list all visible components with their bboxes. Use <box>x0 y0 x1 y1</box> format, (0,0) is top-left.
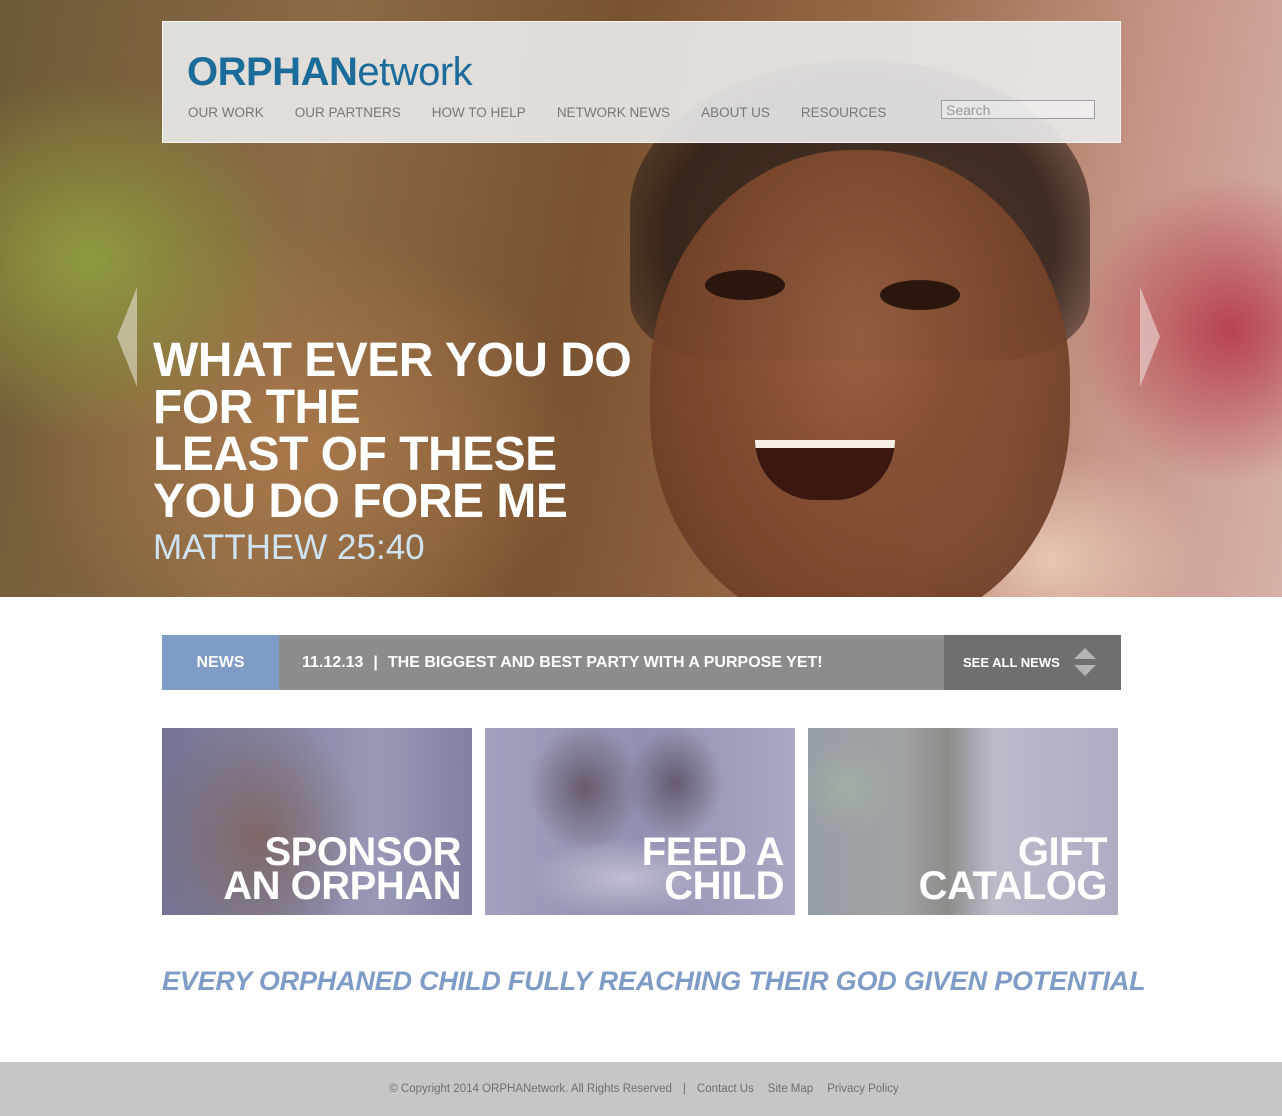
logo-light-text: etwork <box>357 50 473 94</box>
tile-gift-catalog[interactable]: GIFT CATALOG <box>808 728 1118 915</box>
footer-separator: | <box>682 1083 686 1095</box>
news-headline-link[interactable]: 11.12.13 | THE BIGGEST AND BEST PARTY WI… <box>279 635 944 690</box>
nav-how-to-help[interactable]: HOW TO HELP <box>432 105 526 120</box>
tile-label-line: CHILD <box>664 864 784 908</box>
tile-label-line: CATALOG <box>918 864 1108 908</box>
chevron-right-icon <box>1140 287 1160 387</box>
nav-resources[interactable]: RESOURCES <box>801 105 887 120</box>
nav-network-news[interactable]: NETWORK NEWS <box>557 105 670 120</box>
nav-our-partners[interactable]: OUR PARTNERS <box>295 105 401 120</box>
tile-label-line: AN ORPHAN <box>223 864 461 908</box>
hero-photo-eye <box>705 270 785 300</box>
action-tiles: SPONSOR AN ORPHAN FEED A CHILD GIFT CATA… <box>162 728 1120 915</box>
news-date: 11.12.13 <box>302 653 364 671</box>
hero-quote: WHAT EVER YOU DO FOR THE LEAST OF THESE … <box>153 334 632 569</box>
carousel-next-button[interactable] <box>1140 287 1160 387</box>
hero-photo-face <box>650 150 1070 597</box>
hero-photo-eye <box>880 280 960 310</box>
logo-bold-text: ORPHAN <box>187 50 358 94</box>
quote-line: WHAT EVER YOU DO <box>153 334 632 387</box>
news-separator: | <box>373 653 378 671</box>
news-label: NEWS <box>162 635 279 690</box>
copyright-text: © Copyright 2014 ORPHANetwork. All Right… <box>389 1083 672 1095</box>
footer-link-contact-us[interactable]: Contact Us <box>697 1083 754 1095</box>
site-header: ORPHANetwork OUR WORK OUR PARTNERS HOW T… <box>162 21 1121 143</box>
carousel-prev-button[interactable] <box>117 287 137 387</box>
mission-tagline: EVERY ORPHANED CHILD FULLY REACHING THEI… <box>162 966 1146 996</box>
see-all-news-button[interactable]: SEE ALL NEWS <box>944 635 1121 690</box>
main-nav: OUR WORK OUR PARTNERS HOW TO HELP NETWOR… <box>188 105 917 120</box>
chevron-left-icon <box>117 287 137 387</box>
up-down-arrows-icon[interactable] <box>1074 648 1096 676</box>
tile-sponsor-an-orphan[interactable]: SPONSOR AN ORPHAN <box>162 728 472 915</box>
nav-our-work[interactable]: OUR WORK <box>188 105 264 120</box>
footer-link-site-map[interactable]: Site Map <box>768 1083 813 1095</box>
site-footer: © Copyright 2014 ORPHANetwork. All Right… <box>0 1062 1282 1116</box>
search-input[interactable] <box>941 100 1095 119</box>
footer-link-privacy-policy[interactable]: Privacy Policy <box>827 1083 899 1095</box>
tile-feed-a-child[interactable]: FEED A CHILD <box>485 728 795 915</box>
see-all-news-label: SEE ALL NEWS <box>963 655 1060 670</box>
quote-line: LEAST OF THESE <box>153 428 557 481</box>
news-headline-text: THE BIGGEST AND BEST PARTY WITH A PURPOS… <box>387 653 823 671</box>
quote-line: FOR THE <box>153 381 361 434</box>
quote-line: YOU DO FORE ME <box>153 475 568 528</box>
quote-reference: MATTHEW 25:40 <box>153 528 425 567</box>
tile-label: SPONSOR AN ORPHAN <box>223 832 461 908</box>
tile-label: FEED A CHILD <box>642 832 785 908</box>
site-logo[interactable]: ORPHANetwork <box>187 50 473 95</box>
hero-banner: ORPHANetwork OUR WORK OUR PARTNERS HOW T… <box>0 0 1282 597</box>
nav-about-us[interactable]: ABOUT US <box>701 105 770 120</box>
news-ticker: NEWS 11.12.13 | THE BIGGEST AND BEST PAR… <box>162 635 1121 690</box>
tile-label: GIFT CATALOG <box>918 832 1108 908</box>
